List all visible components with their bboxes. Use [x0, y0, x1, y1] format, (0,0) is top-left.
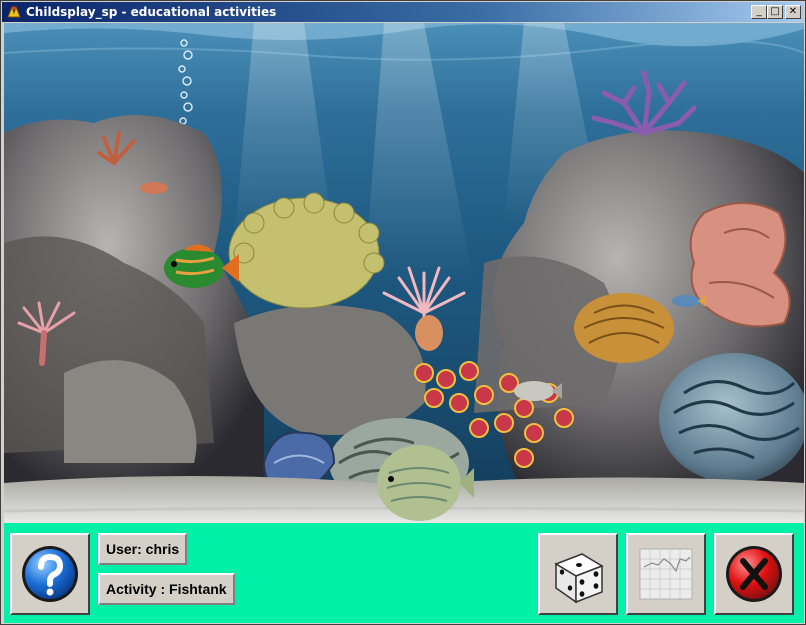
app-icon — [7, 5, 21, 18]
minimize-button[interactable]: _ — [751, 5, 767, 19]
left-rocks — [4, 115, 264, 483]
window-controls: _ □ ✕ — [751, 5, 801, 19]
close-button[interactable]: ✕ — [785, 5, 801, 19]
maximize-icon: □ — [770, 6, 780, 17]
dice-button[interactable] — [538, 533, 618, 615]
minimize-icon: _ — [756, 6, 762, 17]
quit-x-icon — [726, 546, 782, 602]
title-bar[interactable]: Childsplay_sp - educational activities _… — [2, 2, 804, 22]
bubbles — [178, 39, 193, 137]
quit-button[interactable] — [714, 533, 794, 615]
bottom-toolbar: User: chris Activity : Fishtank — [4, 523, 804, 623]
dice-icon — [554, 553, 604, 604]
help-button[interactable] — [10, 533, 90, 615]
user-label: User: chris — [98, 533, 188, 565]
maximize-button[interactable]: □ — [767, 5, 783, 19]
purple-coral — [591, 70, 697, 136]
question-mark-icon — [22, 546, 78, 602]
fishtank-scene[interactable] — [4, 23, 804, 523]
window-title: Childsplay_sp - educational activities — [26, 5, 277, 19]
brain-coral — [659, 353, 804, 483]
golden-coral — [574, 293, 674, 363]
activity-label: Activity : Fishtank — [98, 573, 235, 605]
graph-button[interactable] — [626, 533, 706, 615]
user-name-text: User: chris — [106, 541, 180, 557]
activity-name-text: Activity : Fishtank — [106, 581, 227, 597]
app-window: Childsplay_sp - educational activities _… — [0, 0, 806, 625]
graph-icon — [639, 548, 693, 600]
aquarium-illustration — [4, 23, 804, 523]
close-icon: ✕ — [788, 6, 798, 17]
small-orange-fish — [140, 182, 168, 194]
